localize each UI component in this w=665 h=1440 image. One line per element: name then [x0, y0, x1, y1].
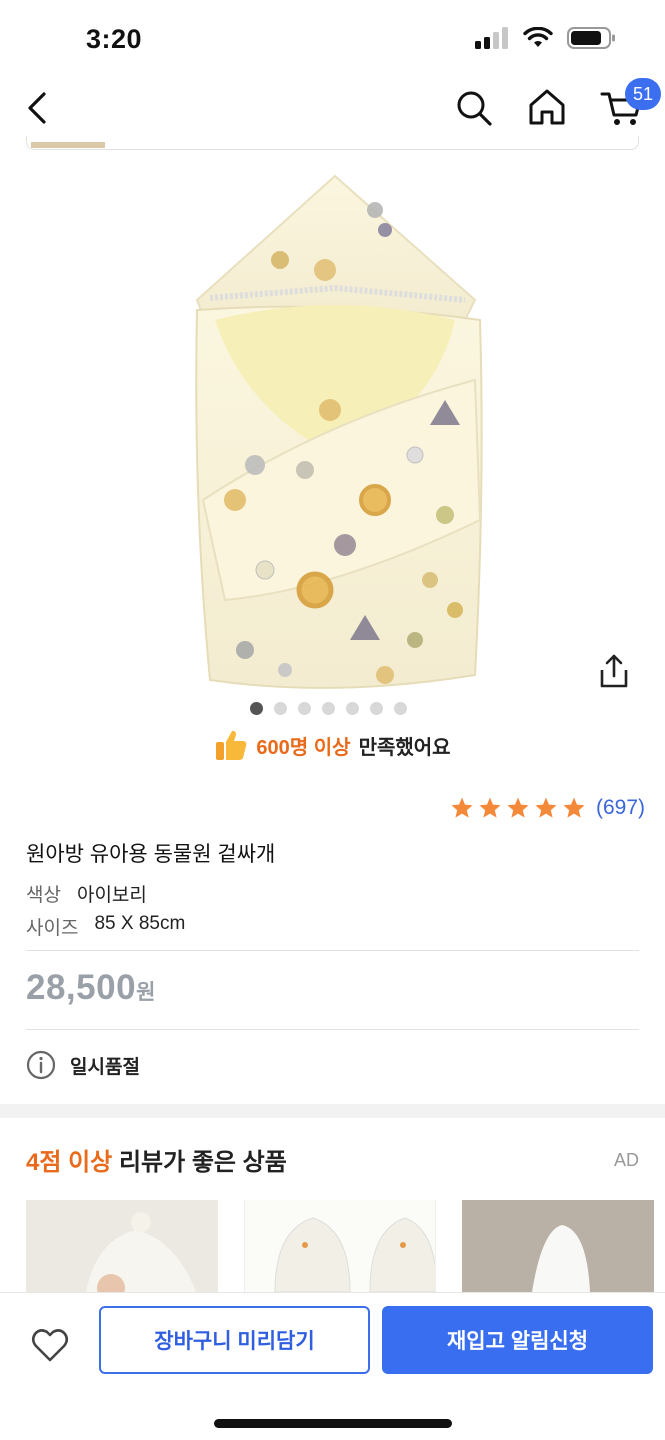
wifi-icon: [523, 27, 553, 47]
option-value: 85 X 85cm: [94, 913, 186, 934]
recommend-item-image: [274, 1217, 435, 1292]
status-time: 3:20: [86, 24, 143, 54]
gallery-dot[interactable]: [394, 702, 407, 715]
section-separator: [0, 1104, 665, 1118]
battery-icon: [567, 27, 615, 49]
price-unit: 원: [136, 981, 156, 1004]
gallery-dot[interactable]: [298, 702, 311, 715]
gallery-dot[interactable]: [274, 702, 287, 715]
thumbs-up-icon: [216, 730, 247, 760]
gallery-dot[interactable]: [346, 702, 359, 715]
recommend-item-image: [462, 1200, 654, 1292]
recommend-header: 4점 이상 리뷰가 좋은 상품: [26, 1142, 287, 1177]
divider: [26, 1029, 639, 1030]
satisfaction-banner: 600명 이상 만족했어요: [0, 728, 665, 762]
cart-count-badge: 51: [625, 78, 661, 110]
option-color: 색상 아이보리: [26, 880, 147, 907]
recommend-item[interactable]: [462, 1200, 654, 1292]
option-value: 아이보리: [76, 885, 147, 906]
status-bar: 3:20: [0, 0, 665, 80]
stock-status-text: 일시품절: [70, 1056, 140, 1078]
satisfaction-highlight: 600명 이상: [256, 736, 351, 759]
stock-status: 일시품절: [26, 1050, 140, 1080]
product-title: 원아방 유아용 동물원 겉싸개: [26, 843, 276, 866]
star-icon: [451, 797, 473, 818]
recommend-item[interactable]: [26, 1200, 218, 1292]
home-indicator: [214, 1419, 452, 1428]
price-amount: 28,500: [26, 968, 137, 1007]
ad-label: AD: [613, 1150, 639, 1170]
image-strip-edge: [26, 136, 639, 150]
search-icon[interactable]: [454, 88, 494, 128]
recommend-title: 리뷰가 좋은 상품: [118, 1149, 287, 1176]
review-count[interactable]: (697): [596, 796, 645, 820]
heart-icon[interactable]: [30, 1325, 70, 1365]
status-icons: [475, 26, 617, 50]
recommend-highlight: 4점 이상: [26, 1149, 113, 1176]
cart-preorder-button[interactable]: 장바구니 미리담기: [99, 1306, 370, 1374]
star-icon: [507, 797, 529, 818]
star-icon: [563, 797, 585, 818]
option-size: 사이즈 85 X 85cm: [26, 913, 185, 940]
home-icon[interactable]: [526, 86, 568, 128]
info-icon: [26, 1050, 56, 1080]
star-icon: [535, 797, 557, 818]
price: 28,500원: [26, 968, 155, 1008]
cellular-signal-icon: [475, 27, 508, 49]
share-icon[interactable]: [594, 652, 634, 692]
gallery-dot[interactable]: [322, 702, 335, 715]
recommend-carousel: [26, 1200, 665, 1292]
satisfaction-text: 만족했어요: [358, 736, 451, 759]
gallery-dot[interactable]: [250, 702, 263, 715]
gallery-pagination: [250, 702, 407, 715]
divider: [26, 950, 639, 951]
option-label: 사이즈: [26, 918, 79, 939]
recommend-item[interactable]: [244, 1200, 436, 1292]
nav-bar: [0, 80, 665, 140]
gallery-dot[interactable]: [370, 702, 383, 715]
recommend-item-image: [86, 1212, 196, 1292]
back-arrow-icon[interactable]: [22, 88, 54, 128]
restock-alert-button[interactable]: 재입고 알림신청: [382, 1306, 653, 1374]
bottom-action-bar: 장바구니 미리담기 재입고 알림신청: [0, 1292, 665, 1440]
product-image[interactable]: [185, 170, 485, 700]
option-label: 색상: [26, 885, 61, 906]
rating[interactable]: (697): [450, 796, 645, 820]
star-icon: [479, 797, 501, 818]
